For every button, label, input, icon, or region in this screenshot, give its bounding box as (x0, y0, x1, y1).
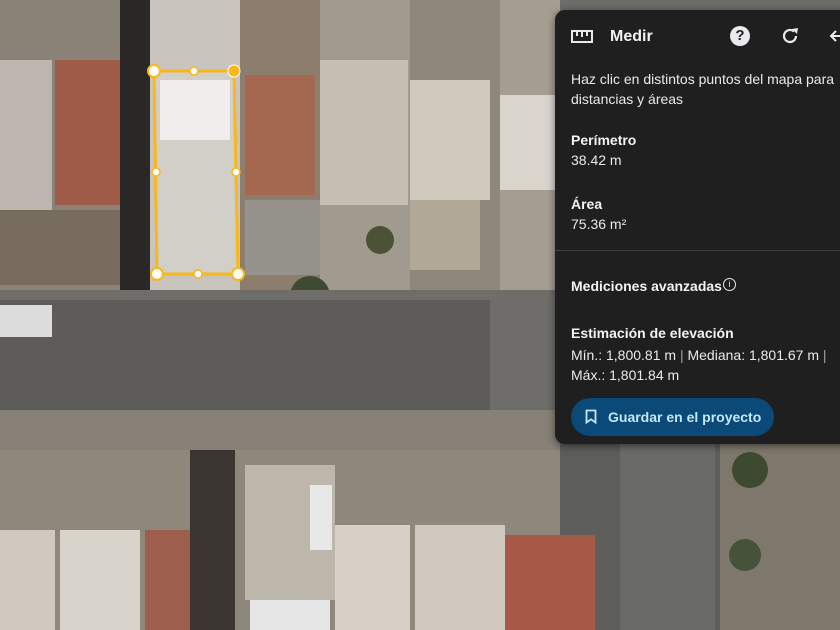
bookmark-icon (585, 409, 597, 424)
advanced-measurements-label: Mediciones avanzadas (571, 278, 722, 294)
panel-title: Medir (610, 28, 653, 45)
elevation-values: Mín.: 1,800.81 m | Mediana: 1,801.67 m |… (571, 345, 840, 385)
measure-panel: Medir ? Haz clic en distintos puntos del… (555, 10, 840, 444)
save-to-project-button[interactable]: Guardar en el proyecto (571, 398, 774, 436)
separator: | (679, 347, 684, 363)
elevation-median: Mediana: 1,801.67 m (687, 347, 820, 363)
elevation-max: Máx.: 1,801.84 m (571, 367, 680, 383)
panel-header: Medir ? (555, 10, 840, 64)
info-icon[interactable]: i (723, 278, 736, 291)
instruction-text: Haz clic en distintos puntos del mapa pa… (571, 71, 835, 107)
separator: | (822, 347, 827, 363)
elevation-min: Mín.: 1,800.81 m (571, 347, 677, 363)
area-label: Área (571, 196, 603, 212)
help-icon[interactable]: ? (730, 26, 750, 46)
divider (555, 250, 840, 251)
refresh-icon[interactable] (779, 25, 801, 47)
elevation-label: Estimación de elevación (571, 325, 734, 341)
perimeter-value: 38.42 m (571, 152, 622, 168)
area-value: 75.36 m² (571, 216, 627, 232)
ruler-icon (571, 30, 593, 43)
save-button-label: Guardar en el proyecto (608, 409, 762, 425)
perimeter-label: Perímetro (571, 132, 637, 148)
back-icon[interactable] (825, 25, 840, 47)
